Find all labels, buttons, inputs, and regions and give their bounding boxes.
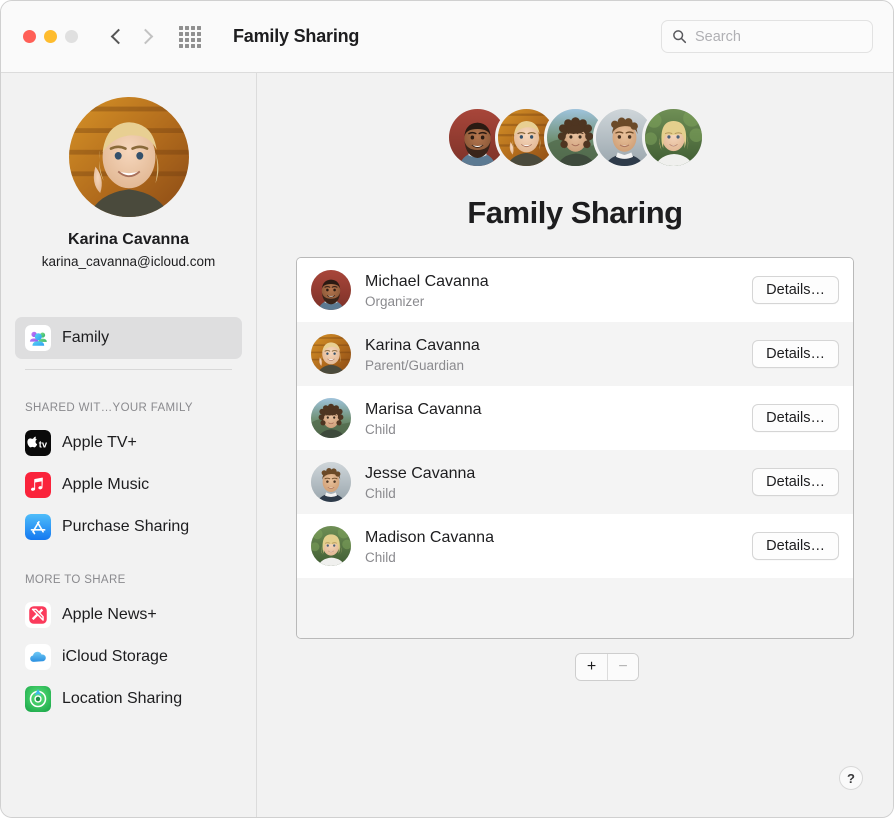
main-content: Family Sharing Michael Cavanna Organizer…: [257, 73, 893, 817]
window-titlebar: Family Sharing Search: [1, 1, 893, 73]
apple-tv-icon: [25, 430, 51, 456]
sidebar-item-label: Apple TV+: [62, 434, 137, 451]
details-button[interactable]: Details…: [752, 532, 839, 560]
sidebar-item-icloud-storage[interactable]: iCloud Storage: [15, 636, 242, 678]
navigation-arrows: [111, 28, 151, 46]
profile-avatar: [69, 97, 189, 217]
family-people-icon: [25, 325, 51, 351]
add-remove-segmented-control: + −: [575, 653, 639, 681]
member-name: Jesse Cavanna: [365, 464, 476, 482]
details-button[interactable]: Details…: [752, 404, 839, 432]
profile-email: karina_cavanna@icloud.com: [41, 254, 216, 269]
family-member-list: Michael Cavanna Organizer Details… Karin…: [296, 257, 854, 639]
sidebar-primary-list: Family: [1, 317, 256, 359]
window-body: Karina Cavanna karina_cavanna@icloud.com…: [1, 73, 893, 817]
sidebar-item-location-sharing[interactable]: Location Sharing: [15, 678, 242, 720]
cluster-avatar-madison: [641, 105, 705, 169]
sidebar-section-title-shared: SHARED WIT…YOUR FAMILY: [25, 402, 193, 414]
sidebar-item-apple-news[interactable]: Apple News+: [15, 594, 242, 636]
page-title: Family Sharing: [233, 26, 360, 46]
member-name: Michael Cavanna: [365, 272, 489, 290]
table-row[interactable]: Karina Cavanna Parent/Guardian Details…: [297, 322, 853, 386]
sidebar-section-more-list: Apple News+ iCloud Storage Location Shar…: [1, 594, 256, 720]
sidebar-item-label: Family: [62, 329, 110, 346]
close-window-button[interactable]: [23, 30, 36, 43]
avatar: [311, 398, 351, 438]
details-button[interactable]: Details…: [752, 468, 839, 496]
sidebar-section-title-more: MORE TO SHARE: [25, 574, 126, 586]
details-button[interactable]: Details…: [752, 340, 839, 368]
details-button[interactable]: Details…: [752, 276, 839, 304]
sidebar-item-purchase-sharing[interactable]: Purchase Sharing: [15, 506, 242, 548]
sidebar-item-label: Location Sharing: [62, 690, 183, 707]
sidebar: Karina Cavanna karina_cavanna@icloud.com…: [1, 73, 257, 817]
main-heading: Family Sharing: [467, 195, 683, 230]
member-role: Organizer: [365, 293, 425, 309]
member-name: Marisa Cavanna: [365, 400, 482, 418]
forward-chevron-icon[interactable]: [140, 28, 151, 46]
sidebar-item-apple-music[interactable]: Apple Music: [15, 464, 242, 506]
sidebar-section-shared-list: Apple TV+ Apple Music Purchase Sharing: [1, 422, 256, 548]
family-avatar-cluster: [257, 101, 893, 173]
sidebar-item-label: Apple Music: [62, 476, 150, 493]
minimize-window-button[interactable]: [44, 30, 57, 43]
member-text: Michael Cavanna Organizer: [365, 272, 752, 309]
member-text: Madison Cavanna Child: [365, 528, 752, 565]
grid-apps-icon[interactable]: [179, 25, 201, 48]
table-row[interactable]: Jesse Cavanna Child Details…: [297, 450, 853, 514]
member-role: Child: [365, 549, 396, 565]
member-role: Child: [365, 485, 396, 501]
search-icon: [672, 29, 687, 44]
avatar: [311, 270, 351, 310]
list-empty-area: [297, 578, 853, 638]
sidebar-divider: [25, 369, 232, 370]
member-text: Karina Cavanna Parent/Guardian: [365, 336, 752, 373]
apple-music-icon: [25, 472, 51, 498]
profile-name: Karina Cavanna: [68, 231, 189, 248]
app-store-icon: [25, 514, 51, 540]
member-role: Child: [365, 421, 396, 437]
member-name: Karina Cavanna: [365, 336, 480, 354]
sidebar-item-label: Purchase Sharing: [62, 518, 190, 535]
member-name: Madison Cavanna: [365, 528, 494, 546]
search-placeholder: Search: [695, 28, 741, 45]
table-row[interactable]: Marisa Cavanna Child Details…: [297, 386, 853, 450]
icloud-icon: [25, 644, 51, 670]
avatar: [311, 526, 351, 566]
member-text: Marisa Cavanna Child: [365, 400, 752, 437]
sidebar-item-apple-tv[interactable]: Apple TV+: [15, 422, 242, 464]
add-member-button[interactable]: +: [576, 654, 607, 680]
sidebar-item-label: iCloud Storage: [62, 648, 168, 665]
member-text: Jesse Cavanna Child: [365, 464, 752, 501]
zoom-window-button[interactable]: [65, 30, 78, 43]
remove-member-button[interactable]: −: [607, 654, 638, 680]
back-chevron-icon[interactable]: [111, 28, 122, 46]
member-role: Parent/Guardian: [365, 357, 465, 373]
find-my-icon: [25, 686, 51, 712]
avatar: [311, 462, 351, 502]
list-controls-wrap: + −: [257, 639, 893, 681]
apple-news-icon: [25, 602, 51, 628]
table-row[interactable]: Madison Cavanna Child Details…: [297, 514, 853, 578]
traffic-lights: [23, 30, 78, 43]
search-field[interactable]: Search: [661, 20, 873, 53]
table-row[interactable]: Michael Cavanna Organizer Details…: [297, 258, 853, 322]
family-sharing-window: Family Sharing Search Karina Cavanna kar…: [0, 0, 894, 818]
help-button[interactable]: ?: [839, 766, 863, 790]
sidebar-item-family[interactable]: Family: [15, 317, 242, 359]
sidebar-item-label: Apple News+: [62, 606, 157, 623]
avatar: [311, 334, 351, 374]
